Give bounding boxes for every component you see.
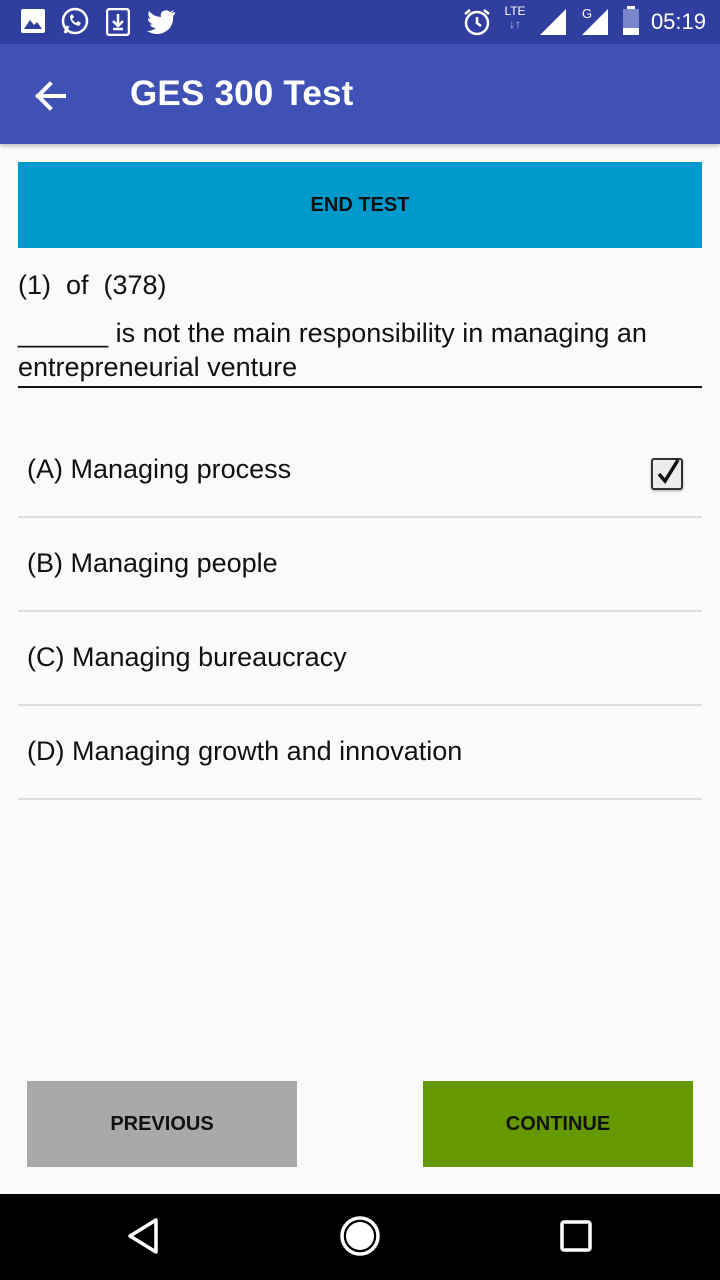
option-c[interactable]: (C) Managing bureaucracy (18, 610, 702, 706)
status-time: 05:19 (650, 9, 706, 34)
battery-icon (623, 6, 639, 35)
previous-button[interactable]: PREVIOUS (27, 1081, 297, 1167)
option-label: (B) Managing people (27, 548, 278, 578)
page-title: GES 300 Test (130, 74, 354, 113)
download-icon (106, 8, 130, 36)
continue-button[interactable]: CONTINUE (423, 1081, 693, 1167)
option-d[interactable]: (D) Managing growth and innovation (18, 704, 702, 800)
checkmark-icon (657, 459, 680, 484)
option-label: (C) Managing bureaucracy (27, 642, 347, 672)
gallery-icon (21, 9, 45, 33)
recents-square-icon[interactable] (556, 1214, 596, 1258)
alarm-icon (464, 9, 490, 36)
option-a[interactable]: (A) Managing process (18, 422, 702, 518)
question-text: ______ is not the main responsibility in… (18, 316, 702, 388)
checkbox-checked[interactable] (651, 458, 683, 490)
signal-icon (540, 9, 566, 35)
signal-g-icon (582, 9, 608, 35)
question-counter: (1) of (378) (18, 270, 167, 300)
whatsapp-icon (61, 7, 89, 35)
lte-icon: LTE ↓↑ (504, 4, 526, 31)
system-nav-bar (0, 1194, 720, 1280)
home-circle-icon[interactable] (338, 1214, 382, 1258)
twitter-icon (147, 10, 175, 35)
status-bar: LTE ↓↑ G 05:19 (0, 0, 720, 44)
arrow-back-icon (35, 81, 66, 111)
back-button[interactable] (26, 72, 74, 120)
option-label: (A) Managing process (27, 454, 292, 484)
option-b[interactable]: (B) Managing people (18, 516, 702, 612)
option-label: (D) Managing growth and innovation (27, 736, 463, 766)
end-test-button[interactable]: END TEST (18, 162, 702, 248)
app-bar: GES 300 Test (0, 44, 720, 144)
back-triangle-icon[interactable] (124, 1214, 164, 1258)
